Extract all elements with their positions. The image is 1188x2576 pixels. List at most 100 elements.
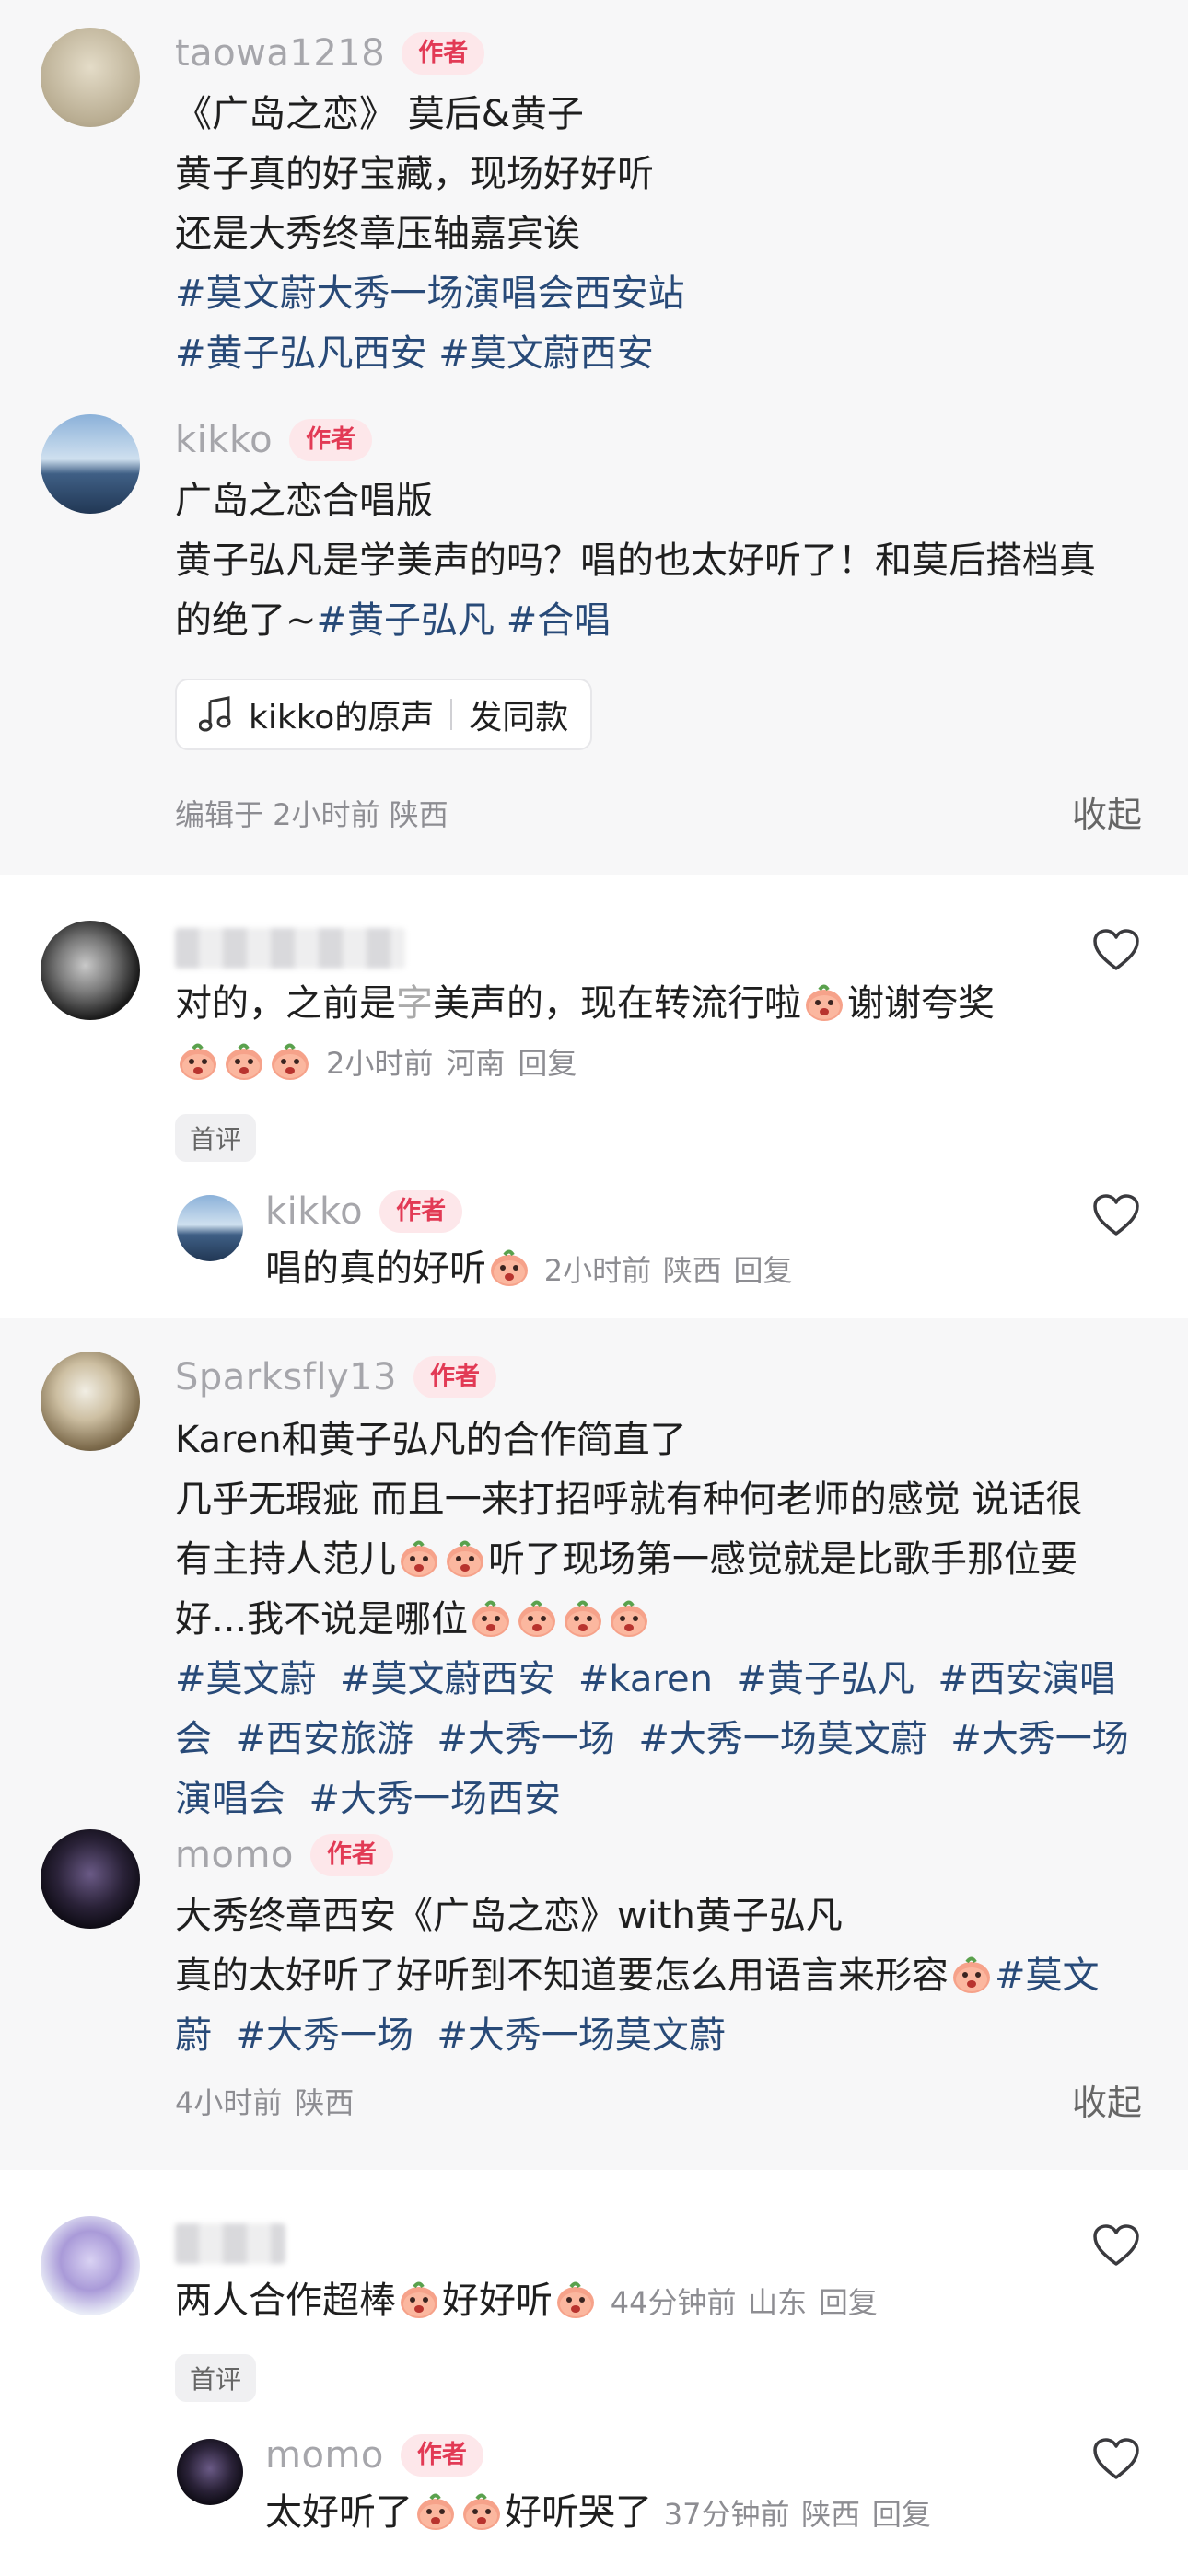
avatar[interactable]: [41, 2216, 140, 2315]
hashtag-link[interactable]: #莫文蔚大秀一场演唱会西安站: [175, 273, 685, 315]
hashtag-link[interactable]: #莫文蔚西安: [438, 332, 654, 375]
post-body: 广岛之恋合唱版 黄子弘凡是学美声的吗？唱的也太好听了！和莫后搭档真 的绝了~#黄…: [175, 471, 1151, 651]
post-taowa: taowa1218 作者 《广岛之恋》 莫后&黄子 黄子真的好宝藏，现场好好听 …: [0, 0, 1188, 396]
hashtag-link[interactable]: #大秀一场: [437, 1718, 615, 1760]
avatar[interactable]: [177, 2439, 243, 2505]
heart-eyes-emoji-icon: [950, 1955, 993, 1995]
post-line: 广岛之恋合唱版: [175, 480, 433, 522]
hashtag-link[interactable]: 会: [175, 1718, 212, 1760]
username[interactable]: Sparksfly13: [175, 1356, 397, 1398]
username[interactable]: momo: [175, 1834, 294, 1876]
author-row: Sparksfly13 作者: [175, 1352, 497, 1403]
reply-button[interactable]: 回复: [872, 2497, 931, 2532]
reply-button[interactable]: 回复: [518, 1040, 577, 1083]
hashtag-link[interactable]: #大秀一场: [235, 2014, 413, 2057]
post-line: 有主持人范儿: [175, 1538, 396, 1581]
use-sound-button[interactable]: 发同款: [469, 690, 568, 738]
peach-emoji-icon: [223, 1041, 265, 1082]
comment-location: 河南: [446, 1046, 506, 1081]
comment-text: 好好听: [442, 2280, 553, 2322]
first-comment-badge: 首评: [175, 2354, 257, 2402]
avatar[interactable]: [41, 28, 140, 127]
author-badge: 作者: [379, 1190, 463, 1233]
reply-button[interactable]: 回复: [734, 1253, 793, 1288]
comment-text: 美声的，现在转流行啦: [433, 982, 801, 1025]
author-row: kikko 作者: [175, 414, 373, 466]
peach-emoji-icon: [488, 1247, 530, 1288]
original-sound-chip[interactable]: kikko的原声 发同款: [175, 679, 593, 750]
avatar[interactable]: [41, 414, 140, 514]
hashtag-link[interactable]: #大秀一场: [950, 1718, 1129, 1760]
author-badge: 作者: [309, 1834, 393, 1876]
sound-name: kikko的原声: [249, 699, 435, 737]
reply-location: 陕西: [662, 1253, 722, 1288]
like-heart-icon[interactable]: [1092, 928, 1140, 972]
hashtag-link[interactable]: #karen: [578, 1658, 713, 1700]
hashtag-link[interactable]: #大秀一场莫文蔚: [437, 2014, 726, 2057]
blurred-username: [175, 928, 405, 969]
avatar[interactable]: [41, 921, 140, 1020]
peach-emoji-icon: [414, 2491, 457, 2532]
post-body: 《广岛之恋》 莫后&黄子 黄子真的好宝藏，现场好好听 还是大秀终章压轴嘉宾诶 #…: [175, 85, 1151, 384]
post-line: 听了现场第一感觉就是比歌手那位要: [488, 1538, 1077, 1581]
username[interactable]: momo: [265, 2434, 384, 2477]
username[interactable]: taowa1218: [175, 32, 385, 75]
peach-emoji-icon: [470, 1598, 512, 1639]
post-momo: momo 作者 大秀终章西安《广岛之恋》with黄子弘凡 真的太好听了好听到不知…: [0, 1829, 1188, 2170]
post-line: 真的太好听了好听到不知道要怎么用语言来形容: [175, 1955, 949, 1997]
comment-body: 两人合作超棒 好好听 44分钟前 山东 回复: [175, 2271, 1151, 2333]
post-body: 大秀终章西安《广岛之恋》with黄子弘凡 真的太好听了好听到不知道要怎么用语言来…: [175, 1886, 1151, 2066]
reply-text: 太好听了: [265, 2491, 413, 2534]
first-comment-badge: 首评: [175, 1114, 257, 1162]
hashtag-link[interactable]: 蔚: [175, 2014, 212, 2057]
avatar[interactable]: [41, 1829, 140, 1929]
hashtag-link[interactable]: 演唱会: [175, 1778, 285, 1820]
collapse-button[interactable]: 收起: [1072, 786, 1142, 837]
like-heart-icon[interactable]: [1092, 2437, 1140, 2481]
hashtag-link[interactable]: #大秀一场西安: [309, 1778, 561, 1820]
hashtag-link[interactable]: #黄子弘凡: [317, 599, 495, 642]
username[interactable]: kikko: [175, 419, 273, 461]
comment-text: 对的，之前是: [175, 982, 396, 1025]
comment-2: 两人合作超棒 好好听 44分钟前 山东 回复 首评 momo 作者 太好听了 好听哭…: [0, 2170, 1188, 2576]
like-heart-icon[interactable]: [1092, 2223, 1140, 2268]
hashtag-link[interactable]: #合唱: [507, 599, 611, 642]
author-row: taowa1218 作者: [175, 28, 485, 79]
hashtag-link[interactable]: #西安演唱: [938, 1658, 1116, 1700]
hashtag-link[interactable]: #莫文: [995, 1955, 1100, 1997]
avatar[interactable]: [177, 1195, 243, 1261]
username[interactable]: kikko: [265, 1190, 363, 1233]
collapse-button[interactable]: 收起: [1072, 2074, 1142, 2125]
peach-emoji-icon: [608, 1598, 650, 1639]
author-badge: 作者: [413, 1356, 497, 1398]
post-sparksfly: Sparksfly13 作者 Karen和黄子弘凡的合作简直了 几乎无瑕疵 而且…: [0, 1318, 1188, 1829]
hashtag-link[interactable]: #莫文蔚: [175, 1658, 317, 1700]
peach-emoji-icon: [460, 2491, 503, 2532]
avatar[interactable]: [41, 1352, 140, 1451]
comment-location: 山东: [748, 2285, 808, 2320]
post-kikko: kikko 作者 广岛之恋合唱版 黄子弘凡是学美声的吗？唱的也太好听了！和莫后搭…: [0, 396, 1188, 875]
author-row: momo 作者: [175, 1829, 393, 1881]
hashtag-link[interactable]: #黄子弘凡西安: [175, 332, 427, 375]
author-badge: 作者: [289, 419, 373, 461]
reply-button[interactable]: 回复: [819, 2285, 878, 2320]
hashtag-link[interactable]: #莫文蔚西安: [340, 1658, 555, 1700]
comment-body: 对的，之前是字美声的，现在转流行啦 谢谢夸奖: [175, 982, 995, 1025]
peach-emoji-icon: [554, 2280, 597, 2320]
reply-time: 37分钟前: [663, 2497, 790, 2532]
post-meta: 4小时前 陕西: [175, 2080, 367, 2122]
author-row: kikko 作者: [265, 1186, 463, 1237]
hashtag-link[interactable]: #黄子弘凡: [736, 1658, 914, 1700]
reply-text: 唱的真的好听: [265, 1247, 486, 1290]
music-note-icon: [199, 696, 231, 732]
post-line: 大秀终章西安《广岛之恋》with黄子弘凡: [175, 1895, 843, 1937]
hashtag-link[interactable]: #大秀一场莫文蔚: [638, 1718, 927, 1760]
hashtag-link[interactable]: #西安旅游: [235, 1718, 413, 1760]
comment-time: 44分钟前: [610, 2285, 737, 2320]
reply-time: 2小时前: [543, 1253, 652, 1288]
author-badge: 作者: [402, 32, 485, 75]
post-line: 几乎无瑕疵 而且一来打招呼就有种何老师的感觉 说话很: [175, 1479, 1083, 1521]
comment-text: 谢谢夸奖: [847, 982, 995, 1025]
like-heart-icon[interactable]: [1092, 1193, 1140, 1237]
reply-text: 好听哭了: [505, 2491, 652, 2534]
